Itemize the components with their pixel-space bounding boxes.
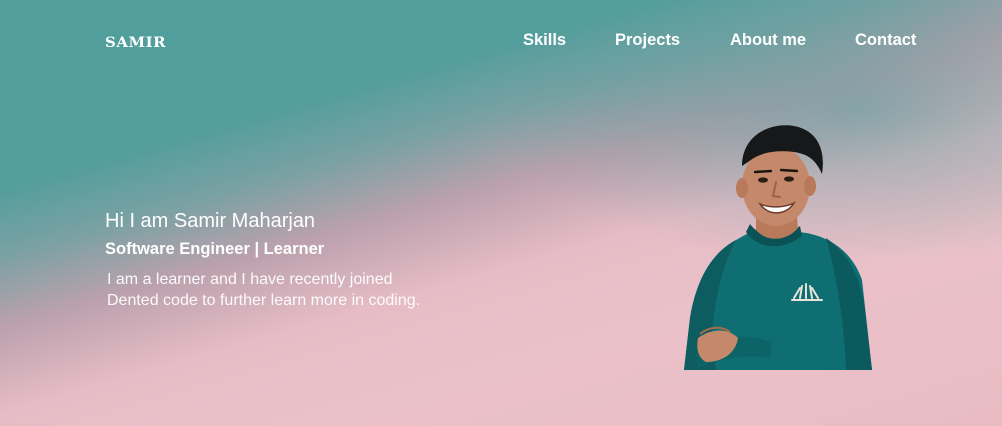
hero-section: Hi I am Samir Maharjan Software Engineer… bbox=[105, 208, 435, 311]
hero-greeting: Hi I am Samir Maharjan bbox=[105, 210, 316, 232]
hero-description: I am a learner and I have recently joine… bbox=[107, 271, 421, 309]
hero-role: Software Engineer | Learner bbox=[105, 240, 325, 258]
profile-photo-illustration bbox=[684, 125, 872, 370]
nav-link-contact[interactable]: Contact bbox=[855, 31, 916, 50]
nav-link-about-me[interactable]: About me bbox=[730, 31, 806, 50]
main-nav: Skills Projects About me Contact bbox=[0, 31, 1002, 55]
nav-link-projects[interactable]: Projects bbox=[615, 31, 680, 50]
profile-photo bbox=[676, 122, 874, 370]
nav-link-skills[interactable]: Skills bbox=[523, 31, 566, 50]
